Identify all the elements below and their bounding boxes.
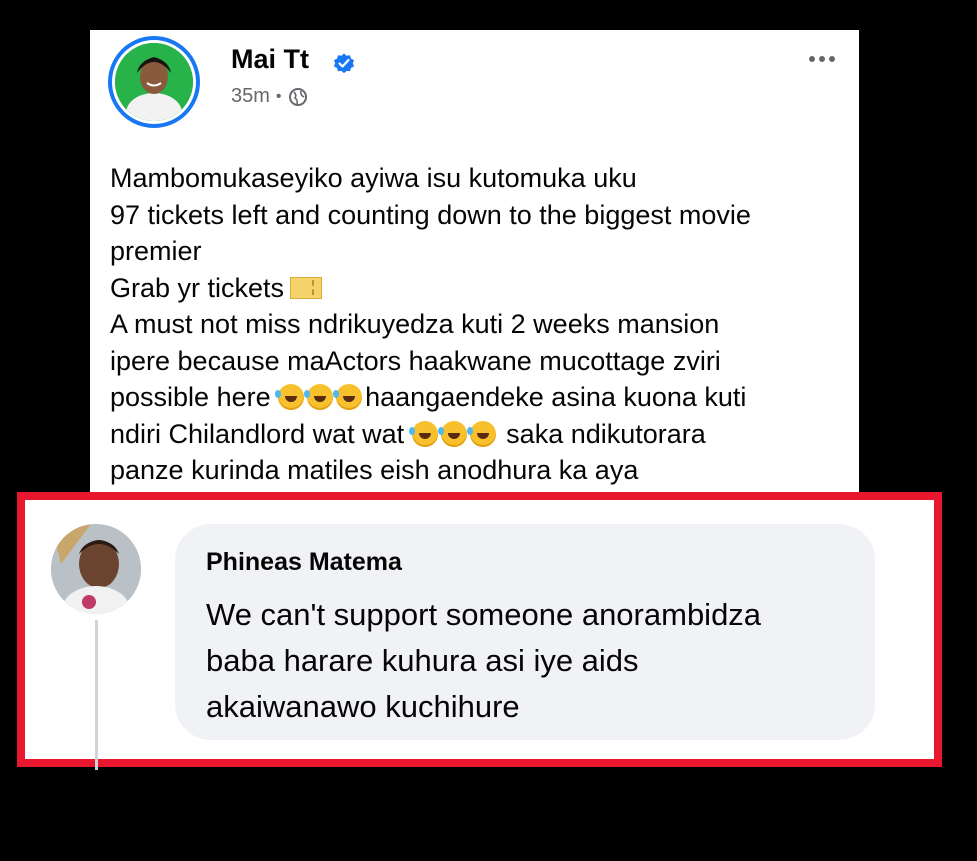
post-line-text: ndiri Chilandlord wat wat <box>110 418 405 449</box>
rofl-emoji-icon <box>304 384 334 410</box>
ticket-emoji-icon <box>290 276 323 299</box>
post-line-text: possible here <box>110 382 271 412</box>
post-meta: 35m • <box>231 85 308 108</box>
rofl-emoji-icon <box>437 420 467 447</box>
post-author-name[interactable]: Mai Tt <box>231 44 309 75</box>
rofl-emoji-icon <box>333 384 363 410</box>
post-author-avatar[interactable] <box>108 36 200 128</box>
post-line-emoji: ndiri Chilandlord wat wat saka ndikutora… <box>110 416 840 453</box>
post-body: Mambomukaseyiko ayiwa isu kutomuka uku 9… <box>110 160 840 489</box>
post-time[interactable]: 35m <box>231 85 270 108</box>
rofl-emoji-icon <box>275 384 305 410</box>
post-line: A must not miss ndrikuyedza kuti 2 weeks… <box>110 309 720 339</box>
meta-separator: • <box>275 87 282 105</box>
thread-line <box>95 620 98 770</box>
post-line: ipere because maActors haakwane mucottag… <box>110 345 721 376</box>
post-line-text: Grab yr tickets <box>110 272 285 303</box>
commenter-avatar[interactable] <box>51 524 141 614</box>
comment-text: We can't support someone anorambidza bab… <box>206 592 866 730</box>
post-line-text: haangaendeke asina kuona kuti <box>365 382 747 412</box>
post-line: Mambomukaseyiko ayiwa isu kutomuka uku <box>110 163 637 193</box>
avatar-photo <box>115 43 193 121</box>
globe-icon <box>288 87 307 106</box>
post-line-tickets: Grab yr tickets <box>110 270 840 307</box>
post-line-text: saka ndikutorara <box>506 418 706 449</box>
post-line-emoji: possible here haangaendeke asina kuona k… <box>110 379 840 416</box>
post-line: panze kurinda matiles eish anodhura ka a… <box>110 455 639 485</box>
comment-line: akaiwanawo kuchihure <box>206 689 520 724</box>
post-card: Mai Tt 35m • Mambomukaseyiko ayiwa isu k… <box>90 30 859 500</box>
highlighted-comment: Phineas Matema We can't support someone … <box>17 492 942 770</box>
comment-line: baba harare kuhura asi iye aids <box>206 643 639 678</box>
comment-line: We can't support someone anorambidza <box>206 597 762 632</box>
more-options-icon[interactable] <box>809 56 835 62</box>
post-line: 97 tickets left and counting down to the… <box>110 199 751 230</box>
commenter-name[interactable]: Phineas Matema <box>206 548 402 577</box>
rofl-emoji-icon <box>408 420 438 447</box>
verified-badge-icon <box>334 53 354 74</box>
comment-bubble: Phineas Matema We can't support someone … <box>175 524 875 740</box>
post-line: premier <box>110 236 202 266</box>
rofl-emoji-icon <box>466 420 496 447</box>
